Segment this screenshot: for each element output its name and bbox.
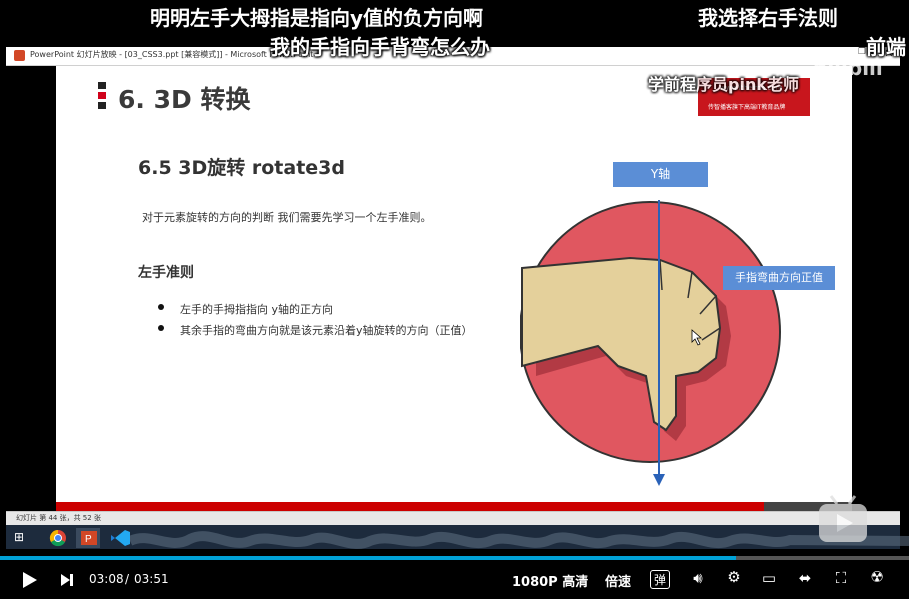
bullet-item: 其余手指的弯曲方向就是该元素沿着y轴旋转的方向（正值） bbox=[180, 324, 473, 337]
danmaku-toggle-icon[interactable]: 弹 bbox=[650, 570, 670, 589]
svg-text:P: P bbox=[85, 534, 92, 545]
logo-slogan: 传智播客旗下高端IT教育品牌 bbox=[708, 104, 786, 111]
danmaku-comment: 前端 bbox=[866, 35, 906, 59]
section-title: 6. 3D 转换 bbox=[118, 85, 251, 114]
bilibili-watermark: bilibili bbox=[813, 56, 883, 80]
vscode-icon[interactable] bbox=[108, 528, 132, 548]
left-hand-rule-illustration bbox=[520, 200, 781, 486]
powerpoint-icon[interactable]: P bbox=[76, 528, 100, 548]
bullet-dot bbox=[158, 304, 164, 310]
danmaku-comment: 学前程序员pink老师 bbox=[648, 75, 799, 94]
danmaku-comment: 明明左手大拇指是指向y值的负方向啊 bbox=[150, 6, 484, 30]
time-separator: / bbox=[125, 572, 130, 586]
slide-subtitle: 6.5 3D旋转 rotate3d bbox=[138, 157, 345, 179]
chrome-icon[interactable] bbox=[46, 528, 70, 548]
intro-text: 对于元素旋转的方向的判断 我们需要先学习一个左手准则。 bbox=[142, 211, 432, 224]
volume-icon[interactable]: 🔊︎ bbox=[687, 569, 709, 587]
bilibili-tv-icon[interactable] bbox=[815, 494, 871, 546]
section-marker-icon bbox=[98, 82, 106, 109]
arrow-down-icon bbox=[653, 474, 665, 486]
finger-direction-label: 手指弯曲方向正值 bbox=[723, 266, 835, 290]
quality-selector[interactable]: 1080P 高清 bbox=[512, 571, 588, 590]
audio-waveform bbox=[130, 531, 909, 549]
settings-gear-icon[interactable]: ⚙ bbox=[723, 568, 745, 586]
fullscreen-icon[interactable]: ☢ bbox=[866, 568, 888, 586]
bullet-dot bbox=[158, 325, 164, 331]
picture-in-picture-icon[interactable]: ▭ bbox=[758, 569, 780, 587]
total-time: 03:51 bbox=[134, 572, 169, 586]
next-icon[interactable] bbox=[60, 573, 74, 587]
danmaku-comment: 我的手指向手背弯怎么办 bbox=[270, 35, 490, 59]
powerpoint-icon bbox=[14, 50, 25, 61]
ppt-status-bar: 幻灯片 第 44 张，共 52 张 bbox=[6, 511, 900, 525]
y-axis-label: Y轴 bbox=[613, 162, 708, 187]
widescreen-icon[interactable]: ⬌ bbox=[794, 569, 816, 587]
web-fullscreen-icon[interactable]: ⛶ bbox=[830, 569, 852, 587]
current-time: 03:08 bbox=[89, 572, 124, 586]
windows-start-icon[interactable]: ⊞ bbox=[14, 530, 28, 544]
speed-selector[interactable]: 倍速 bbox=[605, 571, 631, 590]
slide-counter: 幻灯片 第 44 张，共 52 张 bbox=[16, 514, 101, 522]
play-icon[interactable] bbox=[22, 571, 38, 589]
slide-footer-bar bbox=[56, 502, 764, 511]
danmaku-comment: 我选择右手法则 bbox=[698, 6, 838, 30]
rule-title: 左手准则 bbox=[138, 265, 194, 281]
bullet-item: 左手的手拇指指向 y轴的正方向 bbox=[180, 303, 334, 316]
